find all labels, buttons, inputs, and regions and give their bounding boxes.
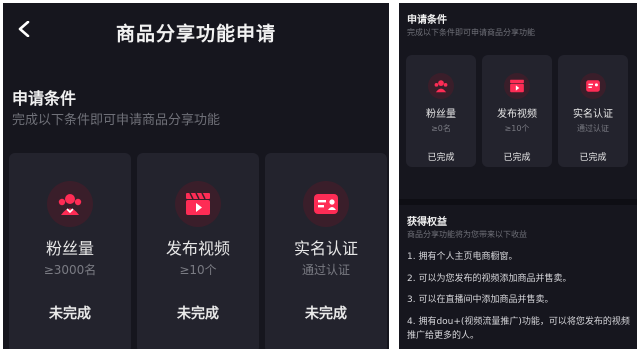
condition-name: 实名认证 [293,239,358,258]
application-screen-pending: 商品分享功能申请 申请条件 完成以下条件即可申请商品分享功能 粉丝量 ≥3000… [3,3,389,349]
condition-status: 未完成 [49,306,91,322]
condition-status: 未完成 [305,306,347,322]
condition-requirement: 通过认证 [301,263,350,277]
condition-card-fans: 粉丝量 ≥3000名 未完成 [9,153,131,349]
condition-status: 已完成 [503,153,531,163]
condition-name: 粉丝量 [45,239,94,258]
condition-name: 实名认证 [573,109,613,120]
benefit-item: 3. 可以在直播间中添加商品并售卖。 [407,295,554,305]
condition-requirement: 通过认证 [577,124,609,133]
condition-requirement: ≥10个 [504,124,530,133]
conditions-subtitle: 完成以下条件即可申请商品分享功能 [407,28,535,37]
condition-name: 发布视频 [497,109,537,120]
condition-card-realname: 实名认证 通过认证 已完成 [558,55,628,167]
section-divider [399,199,637,205]
condition-name: 粉丝量 [426,109,456,120]
video-clapper-icon [504,73,530,99]
fans-icon [428,73,454,99]
condition-name: 发布视频 [165,239,230,258]
benefits-subtitle: 商品分享功能将为您带来以下收益 [407,230,527,239]
video-clapper-icon [175,181,221,227]
condition-card-videos: 发布视频 ≥10个 未完成 [137,153,259,349]
benefit-item: 4. 拥有dou+(视频流量推广)功能，可以将您发布的视频推广给更多的人。 [407,317,630,341]
id-card-icon [303,181,349,227]
condition-status: 已完成 [427,153,455,163]
condition-status: 已完成 [579,153,607,163]
condition-requirement: ≥0名 [431,124,451,133]
condition-requirement: ≥10个 [179,263,217,277]
page-title: 商品分享功能申请 [115,23,276,45]
benefit-item: 2. 可以为您发布的视频添加商品并售卖。 [407,274,572,284]
id-card-icon [580,73,606,99]
condition-card-fans: 粉丝量 ≥0名 已完成 [406,55,476,167]
condition-card-realname: 实名认证 通过认证 未完成 [265,153,387,349]
condition-card-videos: 发布视频 ≥10个 已完成 [482,55,552,167]
conditions-subtitle: 完成以下条件即可申请商品分享功能 [12,113,221,128]
benefits-title: 获得权益 [407,217,447,228]
conditions-title: 申请条件 [12,89,77,108]
application-screen-completed: 申请条件 完成以下条件即可申请商品分享功能 粉丝量 ≥0名 已完成 发布视频 ≥… [399,3,637,349]
condition-status: 未完成 [177,306,219,322]
fans-icon [47,181,93,227]
benefit-item: 1. 拥有个人主页电商橱窗。 [407,252,518,262]
condition-requirement: ≥3000名 [43,263,97,277]
conditions-title: 申请条件 [407,15,447,26]
